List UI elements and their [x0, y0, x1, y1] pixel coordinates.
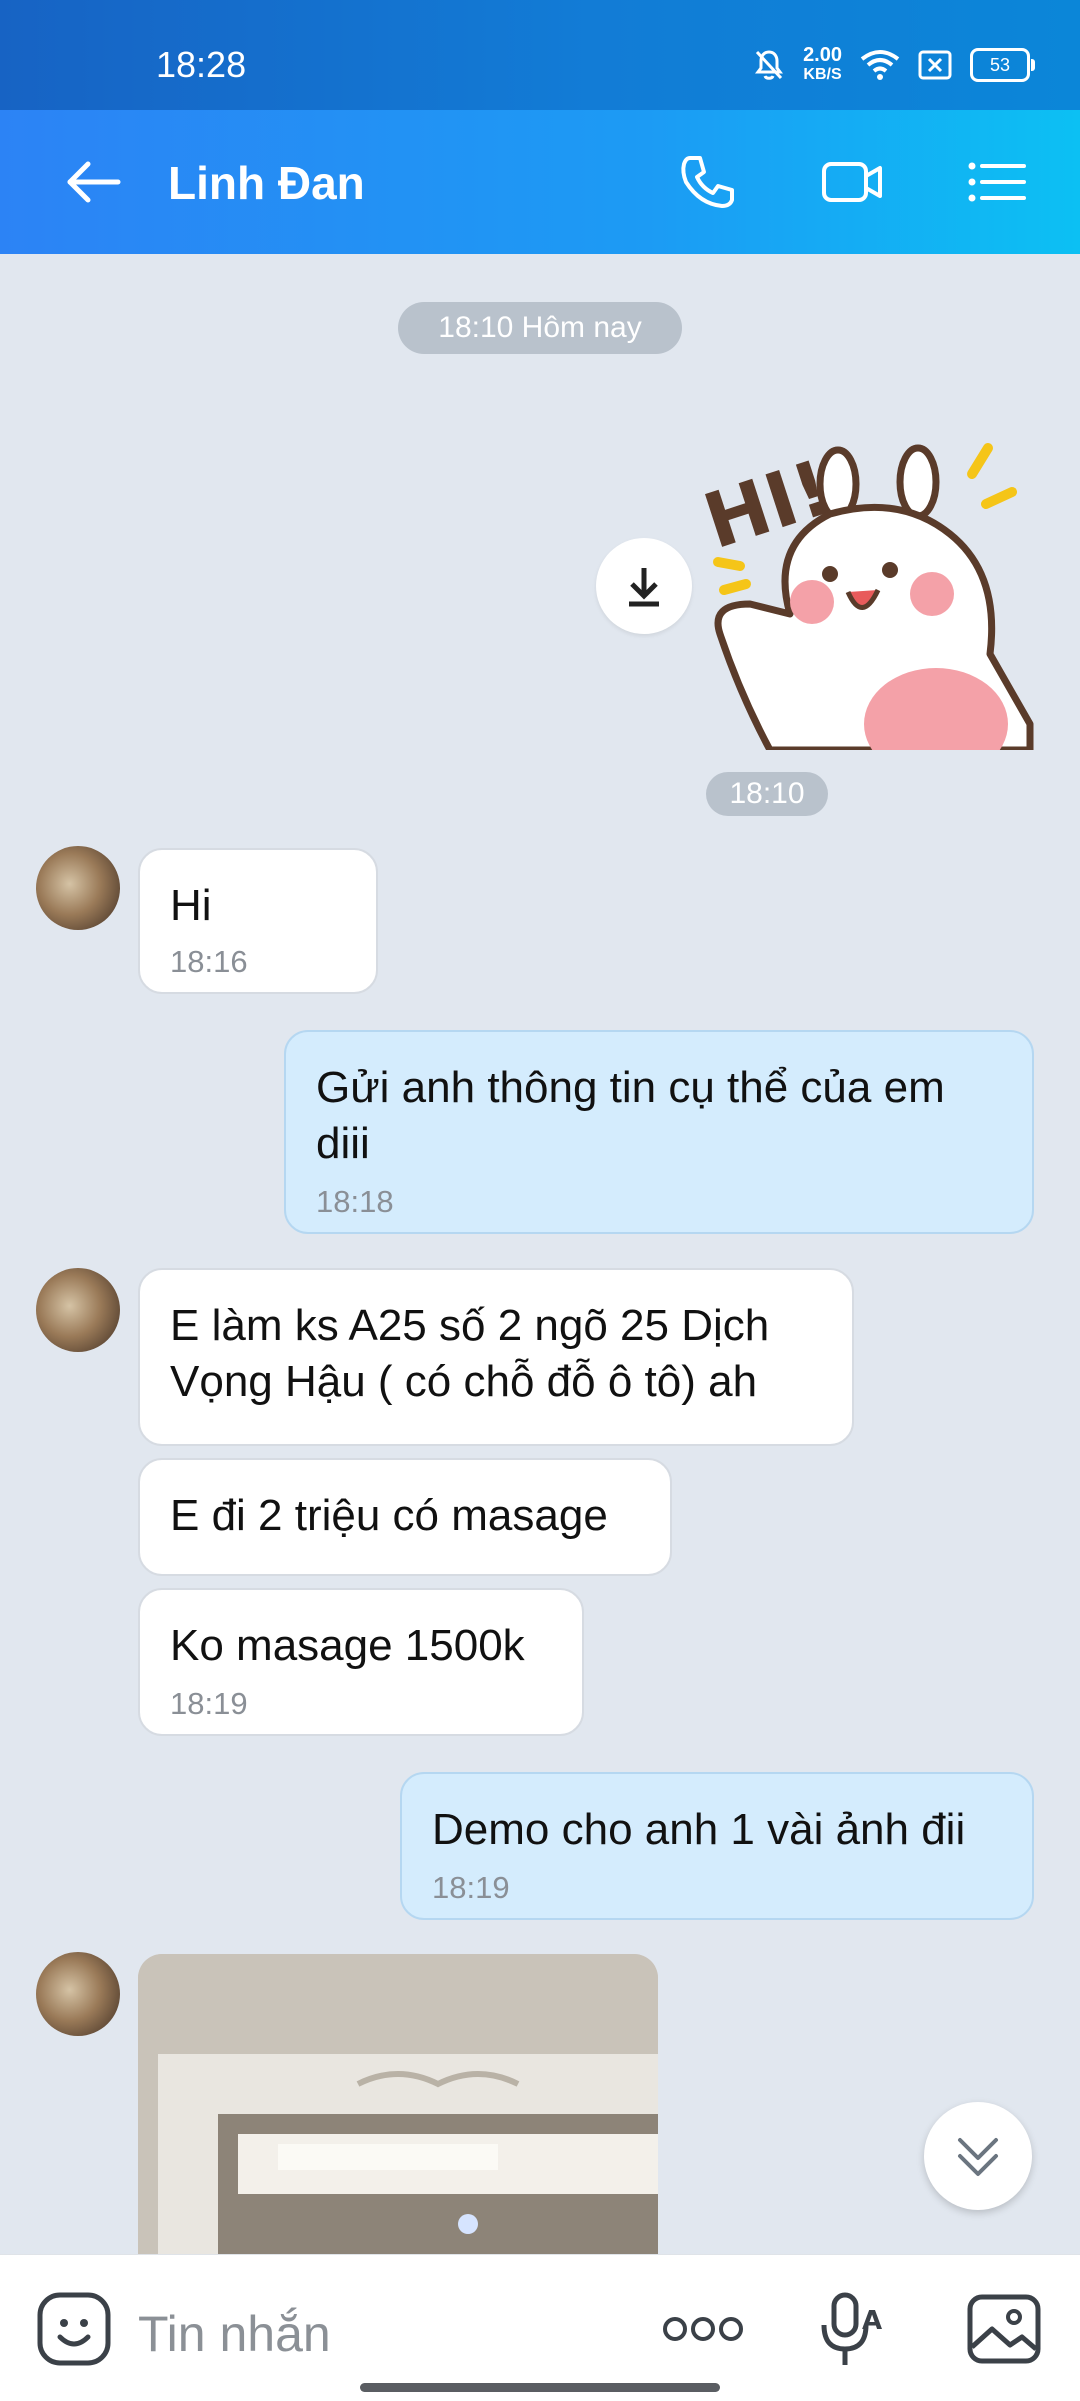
message-bubble-outgoing[interactable]: Gửi anh thông tin cụ thể của em diii 18:… [284, 1030, 1034, 1234]
message-text: E làm ks A25 số 2 ngõ 25 Dịch Vọng Hậu (… [170, 1301, 770, 1406]
contact-name[interactable]: Linh Đan [168, 156, 365, 210]
more-options-icon[interactable] [660, 2305, 746, 2353]
back-arrow-icon[interactable] [56, 146, 128, 218]
menu-list-icon[interactable] [960, 146, 1032, 218]
sticker-emoji-icon[interactable] [36, 2291, 112, 2367]
double-chevron-down-icon [958, 2138, 998, 2176]
voice-mic-icon[interactable]: A [820, 2289, 890, 2369]
message-text: Ko masage 1500k [170, 1621, 525, 1670]
message-time: 18:18 [316, 1184, 394, 1219]
status-icons: 2.00 KB/S 53 [753, 40, 1035, 90]
message-time: 18:19 [432, 1870, 510, 1905]
message-time: 18:16 [170, 944, 248, 979]
mute-bell-icon [755, 50, 784, 80]
message-input-bar: Tin nhắn A [0, 2254, 1080, 2401]
home-indicator[interactable] [360, 2383, 720, 2392]
hi-bunny-sticker[interactable]: HI! [700, 434, 1036, 750]
message-text: Demo cho anh 1 vài ảnh đii [432, 1805, 966, 1854]
message-bubble-incoming[interactable]: E đi 2 triệu có masage [138, 1458, 672, 1576]
message-bubble-incoming[interactable]: Hi 18:16 [138, 848, 378, 994]
scroll-to-bottom-button[interactable] [924, 2102, 1032, 2210]
message-text: E đi 2 triệu có masage [170, 1491, 608, 1540]
date-separator: 18:10 Hôm nay [398, 302, 682, 354]
status-time: 18:28 [156, 44, 247, 85]
sim-blocked-icon [918, 50, 952, 80]
contact-avatar[interactable] [36, 846, 120, 930]
contact-avatar[interactable] [36, 1268, 120, 1352]
video-call-icon[interactable] [816, 146, 888, 218]
message-bubble-outgoing[interactable]: Demo cho anh 1 vài ảnh đii 18:19 [400, 1772, 1034, 1920]
svg-text:A: A [862, 2306, 882, 2336]
message-bubble-incoming[interactable]: Ko masage 1500k 18:19 [138, 1588, 584, 1736]
status-bar: 18:28 2.00 KB/S 53 [0, 0, 1080, 110]
contact-avatar[interactable] [36, 1952, 120, 2036]
download-icon [629, 568, 659, 607]
message-bubble-incoming[interactable]: E làm ks A25 số 2 ngõ 25 Dịch Vọng Hậu (… [138, 1268, 854, 1446]
message-input[interactable]: Tin nhắn [138, 2305, 331, 2363]
image-gallery-icon[interactable] [966, 2291, 1042, 2367]
battery-indicator: 53 [970, 48, 1035, 82]
net-speed: 2.00 KB/S [803, 44, 842, 83]
message-text: Hi [170, 881, 212, 930]
wifi-icon [860, 50, 900, 80]
sticker-timestamp: 18:10 [706, 772, 828, 816]
phone-call-icon[interactable] [672, 146, 744, 218]
download-button[interactable] [596, 538, 692, 634]
message-list[interactable]: 18:10 Hôm nay HI! 18:10 Hi 18:16 Gửi anh… [0, 254, 1080, 2354]
chat-header: Linh Đan [0, 110, 1080, 254]
message-time: 18:19 [170, 1686, 248, 1721]
message-text: Gửi anh thông tin cụ thể của em diii [316, 1063, 945, 1168]
